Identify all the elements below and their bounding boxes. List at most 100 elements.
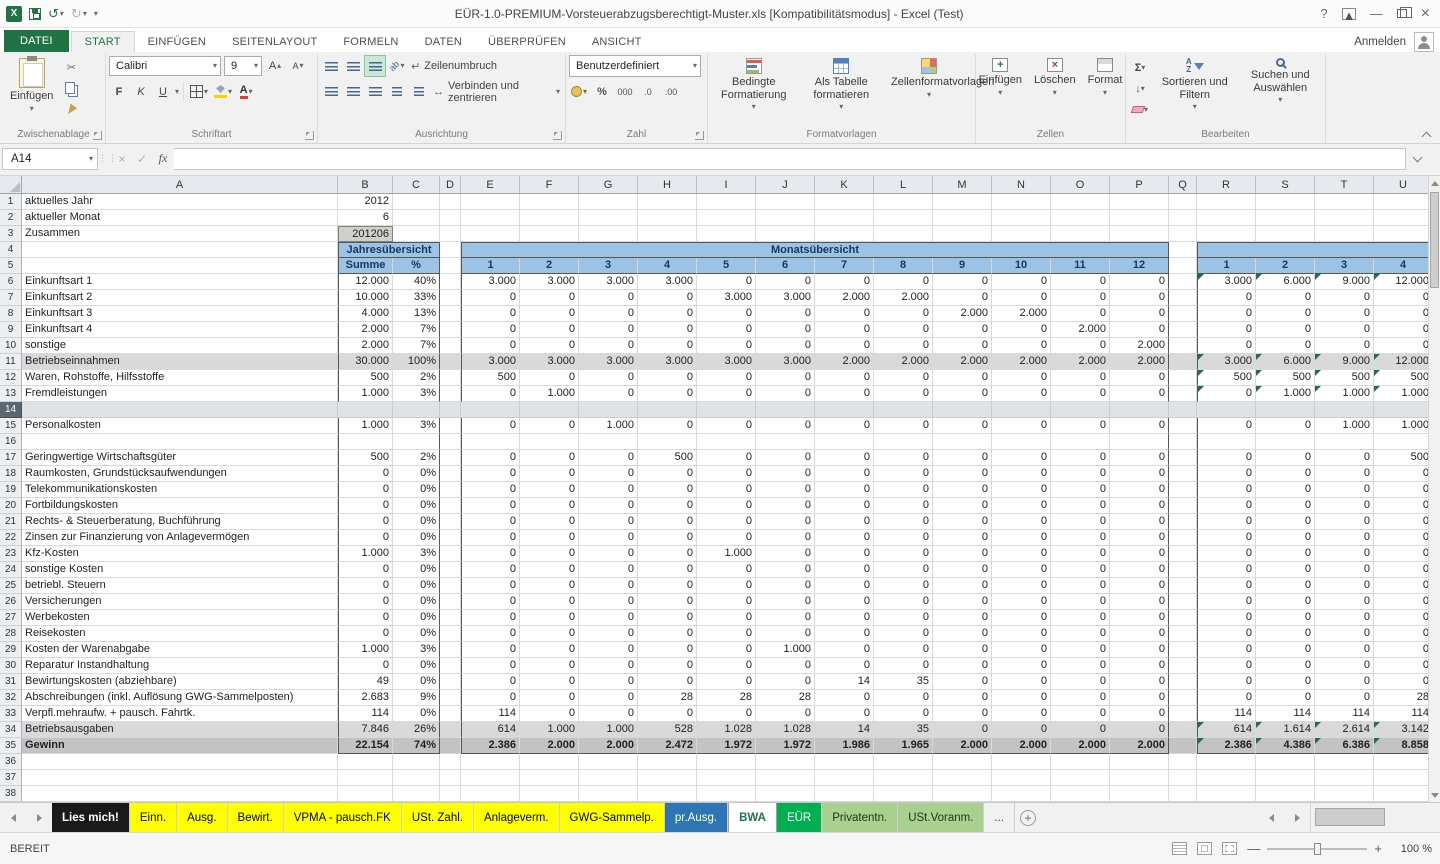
cell-B10[interactable]: 2.000 bbox=[338, 338, 393, 354]
cell-O35[interactable]: 2.000 bbox=[1051, 738, 1110, 754]
cell-D19[interactable] bbox=[440, 482, 461, 498]
cell-P33[interactable]: 0 bbox=[1110, 706, 1169, 722]
cell-A15[interactable]: Personalkosten bbox=[22, 418, 338, 434]
merged-right-band-header[interactable] bbox=[1197, 242, 1428, 258]
cell-H37[interactable] bbox=[638, 770, 697, 786]
wrap-text-button[interactable]: ↵Zeilenumbruch bbox=[409, 56, 499, 76]
formula-bar-splitter[interactable]: ⋮⋮ bbox=[98, 153, 112, 164]
cell-U11[interactable]: 12.000 bbox=[1374, 354, 1428, 370]
cell-T3[interactable] bbox=[1315, 226, 1374, 242]
row-header-4[interactable]: 4 bbox=[0, 242, 22, 258]
row-header-19[interactable]: 19 bbox=[0, 482, 22, 498]
insert-cells-button[interactable]: + Einfügen ▾ bbox=[974, 55, 1027, 100]
cell-D24[interactable] bbox=[440, 562, 461, 578]
cell-I30[interactable]: 0 bbox=[697, 658, 756, 674]
cell-M20[interactable]: 0 bbox=[933, 498, 992, 514]
cell-J25[interactable]: 0 bbox=[756, 578, 815, 594]
cell-J22[interactable]: 0 bbox=[756, 530, 815, 546]
cell-I34[interactable]: 1.028 bbox=[697, 722, 756, 738]
cell-B15[interactable]: 1.000 bbox=[338, 418, 393, 434]
cell-L21[interactable]: 0 bbox=[874, 514, 933, 530]
cell-E38[interactable] bbox=[461, 786, 520, 802]
cell-L1[interactable] bbox=[874, 194, 933, 210]
cell-N37[interactable] bbox=[992, 770, 1051, 786]
cell-F19[interactable]: 0 bbox=[520, 482, 579, 498]
formula-input[interactable] bbox=[174, 148, 1406, 170]
cell-P23[interactable]: 0 bbox=[1110, 546, 1169, 562]
row-header-3[interactable]: 3 bbox=[0, 226, 22, 242]
cell-Q33[interactable] bbox=[1169, 706, 1197, 722]
col-header-H[interactable]: H bbox=[638, 176, 697, 194]
cell-D15[interactable] bbox=[440, 418, 461, 434]
row-header-1[interactable]: 1 bbox=[0, 194, 22, 210]
row-header-9[interactable]: 9 bbox=[0, 322, 22, 338]
cell-M23[interactable]: 0 bbox=[933, 546, 992, 562]
cell-B12[interactable]: 500 bbox=[338, 370, 393, 386]
decrease-indent-button[interactable] bbox=[387, 82, 407, 102]
currency-format-button[interactable]: ▾ bbox=[569, 82, 589, 102]
cell-O11[interactable]: 2.000 bbox=[1051, 354, 1110, 370]
cell-B37[interactable] bbox=[338, 770, 393, 786]
cell-I32[interactable]: 28 bbox=[697, 690, 756, 706]
cell-R5[interactable]: 1 bbox=[1197, 258, 1256, 274]
ribbon-tab-ansicht[interactable]: ANSICHT bbox=[579, 32, 655, 52]
cell-Q37[interactable] bbox=[1169, 770, 1197, 786]
cell-K28[interactable]: 0 bbox=[815, 626, 874, 642]
cell-O15[interactable]: 0 bbox=[1051, 418, 1110, 434]
cell-B20[interactable]: 0 bbox=[338, 498, 393, 514]
cell-R26[interactable]: 0 bbox=[1197, 594, 1256, 610]
cell-L14[interactable] bbox=[874, 402, 933, 418]
cell-C33[interactable]: 0% bbox=[393, 706, 440, 722]
cell-Q27[interactable] bbox=[1169, 610, 1197, 626]
cell-Q5[interactable] bbox=[1169, 258, 1197, 274]
cell-K5[interactable]: 7 bbox=[815, 258, 874, 274]
cell-N38[interactable] bbox=[992, 786, 1051, 802]
cell-F35[interactable]: 2.000 bbox=[520, 738, 579, 754]
cell-G13[interactable]: 0 bbox=[579, 386, 638, 402]
cell-A5[interactable] bbox=[22, 258, 338, 274]
cell-F5[interactable]: 2 bbox=[520, 258, 579, 274]
cell-Q8[interactable] bbox=[1169, 306, 1197, 322]
cell-M35[interactable]: 2.000 bbox=[933, 738, 992, 754]
cell-C24[interactable]: 0% bbox=[393, 562, 440, 578]
cell-G31[interactable]: 0 bbox=[579, 674, 638, 690]
cell-E25[interactable]: 0 bbox=[461, 578, 520, 594]
cell-T22[interactable]: 0 bbox=[1315, 530, 1374, 546]
cell-O19[interactable]: 0 bbox=[1051, 482, 1110, 498]
cell-K14[interactable] bbox=[815, 402, 874, 418]
cell-P13[interactable]: 0 bbox=[1110, 386, 1169, 402]
cell-D30[interactable] bbox=[440, 658, 461, 674]
cell-T38[interactable] bbox=[1315, 786, 1374, 802]
insert-function-button[interactable]: fx bbox=[152, 151, 174, 166]
row-header-12[interactable]: 12 bbox=[0, 370, 22, 386]
cell-H14[interactable] bbox=[638, 402, 697, 418]
cell-Q6[interactable] bbox=[1169, 274, 1197, 290]
cell-N14[interactable] bbox=[992, 402, 1051, 418]
cell-U6[interactable]: 12.000 bbox=[1374, 274, 1428, 290]
cell-G26[interactable]: 0 bbox=[579, 594, 638, 610]
cell-S7[interactable]: 0 bbox=[1256, 290, 1315, 306]
cell-T5[interactable]: 3 bbox=[1315, 258, 1374, 274]
cell-K16[interactable] bbox=[815, 434, 874, 450]
cell-F20[interactable]: 0 bbox=[520, 498, 579, 514]
cell-R6[interactable]: 3.000 bbox=[1197, 274, 1256, 290]
cell-H11[interactable]: 3.000 bbox=[638, 354, 697, 370]
cell-S10[interactable]: 0 bbox=[1256, 338, 1315, 354]
cell-D18[interactable] bbox=[440, 466, 461, 482]
cell-P24[interactable]: 0 bbox=[1110, 562, 1169, 578]
cell-R25[interactable]: 0 bbox=[1197, 578, 1256, 594]
cell-K6[interactable]: 0 bbox=[815, 274, 874, 290]
cell-K13[interactable]: 0 bbox=[815, 386, 874, 402]
cell-O37[interactable] bbox=[1051, 770, 1110, 786]
cell-T11[interactable]: 9.000 bbox=[1315, 354, 1374, 370]
cell-R33[interactable]: 114 bbox=[1197, 706, 1256, 722]
cell-D4[interactable] bbox=[440, 242, 461, 258]
cell-L28[interactable]: 0 bbox=[874, 626, 933, 642]
cell-B17[interactable]: 500 bbox=[338, 450, 393, 466]
cell-H9[interactable]: 0 bbox=[638, 322, 697, 338]
cell-P2[interactable] bbox=[1110, 210, 1169, 226]
cell-U31[interactable]: 0 bbox=[1374, 674, 1428, 690]
cell-F26[interactable]: 0 bbox=[520, 594, 579, 610]
cell-L24[interactable]: 0 bbox=[874, 562, 933, 578]
cell-M6[interactable]: 0 bbox=[933, 274, 992, 290]
